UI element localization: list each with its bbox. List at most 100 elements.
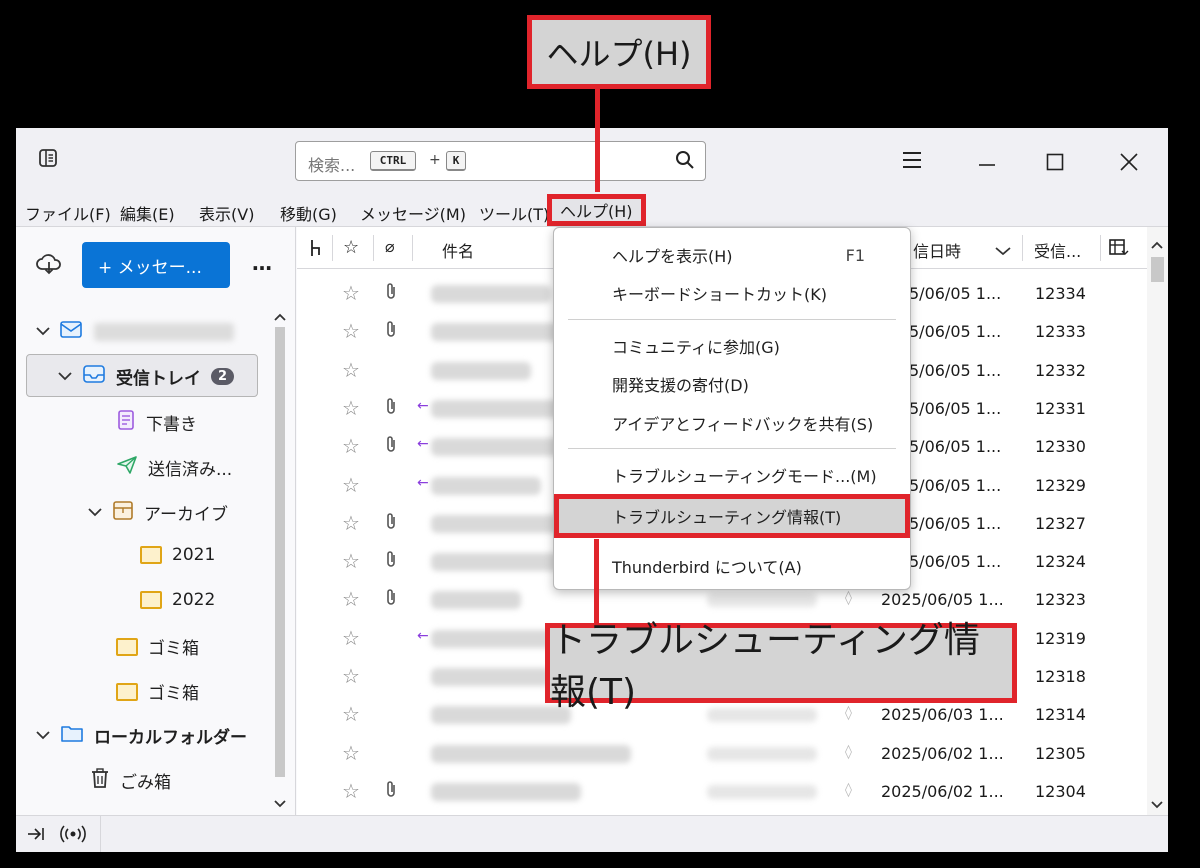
- star-icon[interactable]: ☆: [342, 702, 360, 726]
- message-date: 5/06/05 1...: [909, 284, 1002, 303]
- message-received-number: 12314: [1035, 705, 1086, 725]
- folder-drafts[interactable]: 下書き: [116, 409, 197, 436]
- star-icon[interactable]: ☆: [342, 511, 360, 535]
- folder-local-trash[interactable]: ごみ箱: [90, 767, 171, 794]
- attachment-icon: [385, 550, 397, 572]
- more-options-icon[interactable]: …: [252, 251, 272, 275]
- hamburger-icon[interactable]: [902, 150, 922, 175]
- star-icon[interactable]: ☆: [342, 434, 360, 458]
- subject-redacted: [431, 668, 551, 686]
- star-icon[interactable]: ☆: [342, 358, 360, 382]
- thunderbird-window: 検索... CTRL + K ファイル(F) 編集(E) 表示(V) 移動(G)…: [16, 128, 1168, 852]
- message-scrollbar-thumb[interactable]: [1151, 257, 1164, 282]
- folder-archive[interactable]: アーカイブ: [88, 499, 228, 526]
- get-messages-icon[interactable]: [36, 253, 62, 279]
- star-icon[interactable]: ☆: [342, 664, 360, 688]
- star-column-icon[interactable]: ☆: [343, 237, 359, 258]
- message-scrollbar[interactable]: [1147, 227, 1168, 815]
- column-separator: [1022, 235, 1023, 261]
- help-menu-community[interactable]: コミュニティに参加(G): [554, 327, 910, 365]
- chevron-down-icon[interactable]: [36, 324, 50, 340]
- chevron-down-icon[interactable]: [58, 369, 72, 385]
- help-menu-show-help[interactable]: ヘルプを表示(H) F1: [554, 236, 910, 274]
- account-name-redacted: [94, 322, 234, 341]
- folder-drafts-label: 下書き: [146, 415, 197, 435]
- subject-redacted: [431, 399, 571, 418]
- chevron-down-icon[interactable]: [88, 505, 102, 521]
- help-menu-troubleshoot-mode[interactable]: トラブルシューティングモード...(M): [554, 456, 910, 494]
- replied-icon: ←: [417, 436, 429, 453]
- folder-sent[interactable]: 送信済み...: [116, 455, 232, 480]
- chevron-down-icon[interactable]: [36, 728, 50, 744]
- search-icon[interactable]: [675, 150, 695, 175]
- minimize-icon[interactable]: [978, 152, 996, 177]
- menu-edit[interactable]: 編集(E): [120, 201, 175, 225]
- star-icon[interactable]: ☆: [342, 319, 360, 343]
- column-separator: [1100, 235, 1101, 261]
- star-icon[interactable]: ☆: [342, 587, 360, 611]
- message-received-number: 12329: [1035, 475, 1086, 495]
- received-column-header[interactable]: 受信...: [1034, 238, 1081, 262]
- folder-scrollbar[interactable]: [269, 307, 291, 808]
- menubar: ファイル(F) 編集(E) 表示(V) 移動(G) メッセージ(M) ツール(T…: [16, 194, 1168, 227]
- junk-status-icon[interactable]: ◊: [845, 782, 852, 798]
- junk-status-icon[interactable]: ◊: [845, 590, 852, 606]
- attachment-column-icon[interactable]: ⌀: [385, 237, 395, 256]
- scroll-down-icon[interactable]: [274, 794, 286, 813]
- star-icon[interactable]: ☆: [342, 473, 360, 497]
- help-menu-callout: ヘルプ(H): [527, 15, 711, 89]
- star-icon[interactable]: ☆: [342, 741, 360, 765]
- menu-tools[interactable]: ツール(T): [479, 201, 549, 225]
- menu-help[interactable]: ヘルプ(H): [547, 194, 646, 226]
- folder-trash-1-label: ゴミ箱: [148, 639, 199, 659]
- folder-local[interactable]: ローカルフォルダー: [36, 723, 247, 748]
- menu-view[interactable]: 表示(V): [199, 201, 254, 225]
- folder-trash-1[interactable]: ゴミ箱: [116, 634, 199, 659]
- help-menu-keyboard-shortcuts[interactable]: キーボードショートカット(K): [554, 274, 910, 312]
- help-menu-keyboard-shortcuts-label: キーボードショートカット(K): [612, 285, 827, 304]
- column-picker-icon[interactable]: [1109, 239, 1129, 261]
- star-icon[interactable]: ☆: [342, 396, 360, 420]
- star-icon[interactable]: ☆: [342, 779, 360, 803]
- help-menu-donate[interactable]: 開発支援の寄付(D): [554, 365, 910, 403]
- folder-2021[interactable]: 2021: [140, 545, 215, 565]
- subject-redacted: [431, 744, 631, 763]
- sidebar-icon[interactable]: [38, 148, 58, 173]
- scroll-up-icon[interactable]: [274, 307, 286, 326]
- folder-scrollbar-thumb[interactable]: [275, 327, 285, 777]
- message-row[interactable]: ☆ ◊ 2025/06/02 1... 12305: [297, 735, 1147, 773]
- help-menu-feedback[interactable]: アイデアとフィードバックを共有(S): [554, 404, 910, 442]
- message-row[interactable]: ☆ ◊ 2025/06/02 1... 12304: [297, 773, 1147, 811]
- star-icon[interactable]: ☆: [342, 626, 360, 650]
- menu-message[interactable]: メッセージ(M): [360, 201, 466, 225]
- star-icon[interactable]: ☆: [342, 281, 360, 305]
- folder-2022[interactable]: 2022: [140, 590, 215, 610]
- attachment-icon: [385, 397, 397, 419]
- scroll-down-icon[interactable]: [1151, 795, 1163, 814]
- message-date: 5/06/05 1...: [909, 398, 1002, 418]
- drafts-icon: [116, 409, 136, 436]
- message-received-number: 12305: [1035, 743, 1086, 763]
- troubleshoot-info-callout: トラブルシューティング情報(T): [545, 620, 1017, 713]
- junk-status-icon[interactable]: ◊: [845, 744, 852, 760]
- search-input[interactable]: 検索... CTRL + K: [295, 141, 706, 181]
- star-icon[interactable]: ☆: [342, 549, 360, 573]
- account-row[interactable]: [36, 319, 234, 344]
- subject-column-header[interactable]: 件名: [442, 238, 474, 262]
- folder-trash-2-label: ゴミ箱: [148, 684, 199, 704]
- scroll-up-icon[interactable]: [1151, 235, 1163, 254]
- collapse-pane-icon[interactable]: [26, 826, 46, 846]
- close-icon[interactable]: [1120, 152, 1138, 177]
- help-menu-about[interactable]: Thunderbird について(A): [554, 547, 910, 585]
- date-column-header[interactable]: 信日時: [913, 238, 961, 262]
- folder-trash-2[interactable]: ゴミ箱: [116, 679, 199, 704]
- thread-column-icon[interactable]: [309, 239, 323, 261]
- sort-chevron-icon[interactable]: [995, 241, 1011, 260]
- new-message-button[interactable]: + メッセー...: [82, 242, 230, 288]
- menu-file[interactable]: ファイル(F): [25, 201, 111, 225]
- folder-inbox[interactable]: 受信トレイ 2: [58, 364, 235, 389]
- menu-go[interactable]: 移動(G): [280, 201, 337, 225]
- help-menu-troubleshoot-info[interactable]: トラブルシューティング情報(T): [554, 494, 910, 538]
- online-status-icon[interactable]: [60, 824, 86, 848]
- maximize-icon[interactable]: [1046, 152, 1064, 177]
